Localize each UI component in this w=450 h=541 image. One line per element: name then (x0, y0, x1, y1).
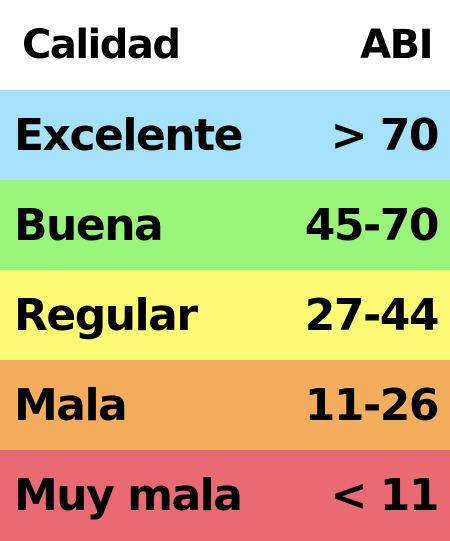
abi-range: 45-70 (304, 199, 440, 251)
quality-label: Regular (14, 289, 198, 341)
abi-quality-table: Calidad ABI Excelente > 70 Buena 45-70 R… (0, 0, 450, 541)
header-abi: ABI (360, 22, 433, 68)
row-buena: Buena 45-70 (0, 180, 450, 270)
quality-label: Excelente (14, 109, 243, 161)
row-excelente: Excelente > 70 (0, 90, 450, 180)
abi-range: < 11 (330, 470, 440, 521)
quality-label: Muy mala (14, 470, 243, 521)
header-quality: Calidad (22, 22, 181, 68)
row-mala: Mala 11-26 (0, 360, 450, 450)
abi-range: > 70 (330, 109, 440, 161)
quality-label: Mala (14, 379, 128, 431)
abi-range: 11-26 (304, 379, 440, 431)
row-muy-mala: Muy mala < 11 (0, 450, 450, 541)
row-regular: Regular 27-44 (0, 270, 450, 360)
table-header: Calidad ABI (0, 0, 450, 90)
quality-label: Buena (14, 199, 164, 251)
abi-range: 27-44 (304, 289, 440, 341)
